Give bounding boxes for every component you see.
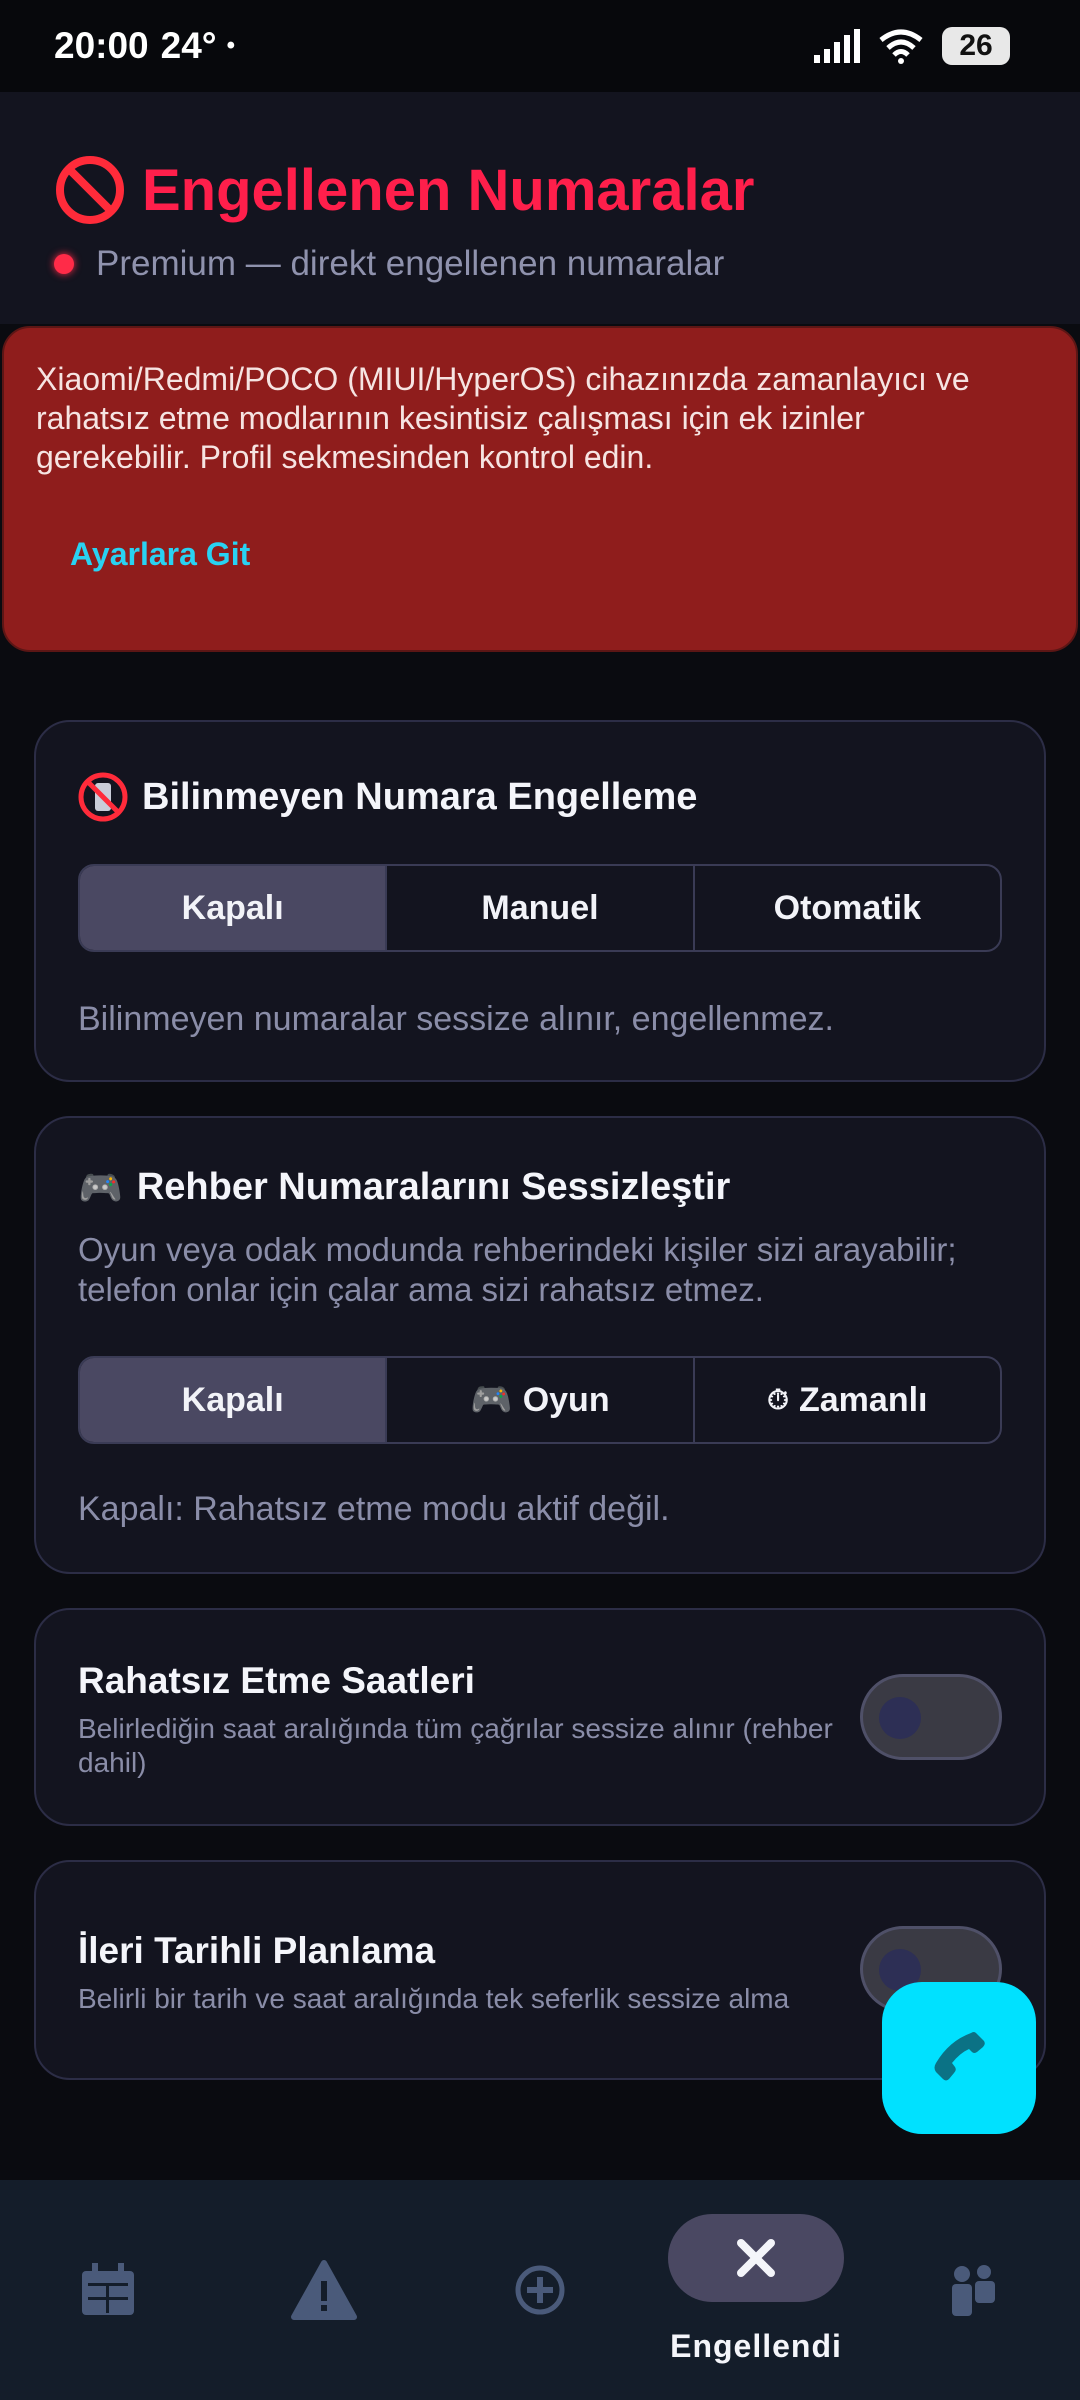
toggle-knob [879,1697,921,1739]
silence-option-game-label: Oyun [522,1380,610,1419]
nav-item-add[interactable] [432,2180,648,2400]
contacts-silence-title-text: Rehber Numaralarını Sessizleştir [136,1166,731,1208]
prohibited-icon [56,156,124,224]
gamepad-icon: 🎮 [78,1167,123,1209]
dnd-hours-subtitle: Belirlediğin saat aralığında tüm çağrıla… [78,1713,833,1778]
status-temperature: 24° [160,25,217,66]
contacts-silence-segmented-control: Kapalı 🎮 Oyun ⏱ Zamanlı [78,1356,1002,1444]
status-time: 20:00 [54,25,149,66]
unknown-blocking-title: Bilinmeyen Numara Engelleme [78,772,697,822]
page-header: Engellenen Numaralar Premium — direkt en… [0,92,1080,324]
phone-icon [934,2032,985,2081]
unknown-option-automatic[interactable]: Otomatik [695,866,1000,950]
add-circle-icon [514,2264,566,2316]
contacts-silence-card: 🎮 Rehber Numaralarını Sessizleştir Oyun … [34,1116,1046,1574]
unknown-number-blocking-card: Bilinmeyen Numara Engelleme Kapalı Manue… [34,720,1046,1082]
status-left: 20:00 24° • [54,25,235,67]
premium-dot-icon [54,254,74,274]
silence-option-off-label: Kapalı [181,1380,284,1419]
bottom-navigation: Engellendi [0,2180,1080,2400]
nav-label-blocked: Engellendi [670,2328,842,2364]
status-right: 26 [812,27,1010,65]
unknown-blocking-note: Bilinmeyen numaralar sessize alınır, eng… [78,1000,834,1038]
wifi-icon [879,29,923,64]
nav-active-pill [668,2214,844,2302]
battery-indicator: 26 [942,27,1010,65]
unknown-option-manual[interactable]: Manuel [387,866,695,950]
stopwatch-icon: ⏱ [767,1383,789,1416]
page-title-text: Engellenen Numaralar [142,157,755,223]
future-planning-title: İleri Tarihli Planlama [78,1930,436,1971]
close-icon [737,2239,775,2277]
miui-warning-banner: Xiaomi/Redmi/POCO (MIUI/HyperOS) cihazın… [2,326,1078,652]
nav-item-profile[interactable] [864,2180,1080,2400]
warning-icon [290,2259,358,2321]
nav-item-calendar[interactable] [0,2180,216,2400]
silence-option-off[interactable]: Kapalı [80,1358,388,1442]
nav-item-warning[interactable] [216,2180,432,2400]
silence-option-timed[interactable]: ⏱ Zamanlı [695,1358,1000,1442]
signal-icon [814,29,860,63]
dialer-fab[interactable] [882,1982,1036,2134]
page-subtitle: Premium — direkt engellenen numaralar [54,244,724,284]
dnd-hours-card: Rahatsız Etme Saatleri Belirlediğin saat… [34,1608,1046,1826]
warning-text: Xiaomi/Redmi/POCO (MIUI/HyperOS) cihazın… [36,361,970,475]
silence-option-game[interactable]: 🎮 Oyun [387,1358,695,1442]
nav-item-blocked[interactable]: Engellendi [648,2180,864,2400]
contacts-silence-description: Oyun veya odak modunda rehberindeki kişi… [78,1231,957,1308]
calendar-icon [78,2261,138,2319]
page-subtitle-text: Premium — direkt engellenen numaralar [96,244,725,283]
unknown-blocking-title-text: Bilinmeyen Numara Engelleme [142,775,698,818]
future-planning-subtitle: Belirli bir tarih ve saat aralığında tek… [78,1983,790,2014]
status-bar: 20:00 24° • 26 [0,0,1080,92]
go-to-settings-link[interactable]: Ayarlara Git [70,536,250,573]
gamepad-icon: 🎮 [470,1380,513,1420]
page-title: Engellenen Numaralar [54,154,754,226]
dnd-hours-title: Rahatsız Etme Saatleri [78,1660,475,1701]
people-icon [942,2262,1002,2318]
dnd-hours-toggle[interactable] [860,1674,1002,1760]
contacts-silence-title: 🎮 Rehber Numaralarını Sessizleştir [78,1166,730,1209]
silence-option-timed-label: Zamanlı [799,1380,928,1419]
no-mobile-phone-icon [78,772,128,822]
unknown-blocking-segmented-control: Kapalı Manuel Otomatik [78,864,1002,952]
unknown-option-off[interactable]: Kapalı [80,866,388,950]
contacts-silence-note: Kapalı: Rahatsız etme modu aktif değil. [78,1490,670,1528]
status-dot: • [226,32,235,59]
